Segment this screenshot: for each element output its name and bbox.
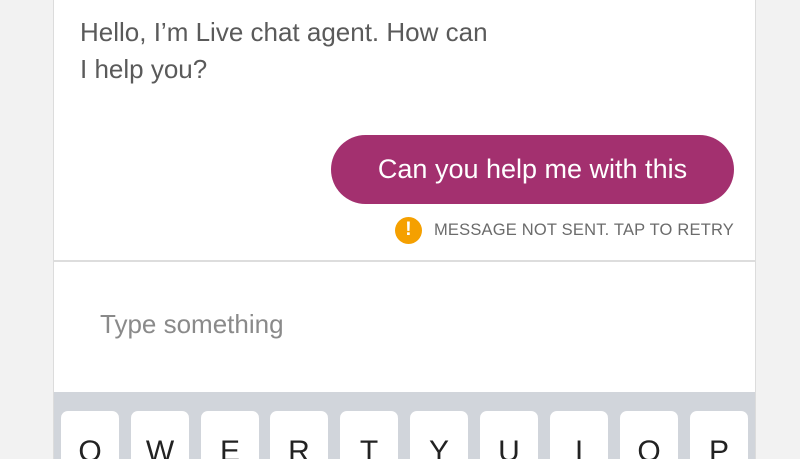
key-o[interactable]: O <box>620 411 678 459</box>
on-screen-keyboard: Q W E R T Y U I O P <box>54 392 755 459</box>
message-input[interactable] <box>100 302 700 346</box>
key-w[interactable]: W <box>131 411 189 459</box>
key-t[interactable]: T <box>340 411 398 459</box>
warning-icon: ! <box>394 216 422 244</box>
agent-message-line-2: I help you? <box>80 54 208 84</box>
user-message-text: Can you help me with this <box>377 154 688 184</box>
key-i[interactable]: I <box>550 411 608 459</box>
composer <box>54 262 755 392</box>
key-y[interactable]: Y <box>410 411 468 459</box>
key-p[interactable]: P <box>690 411 748 459</box>
key-q[interactable]: Q <box>61 411 119 459</box>
agent-message: Hello, I’m Live chat agent. How can I he… <box>80 14 560 88</box>
retry-status-text[interactable]: MESSAGE NOT SENT. TAP TO RETRY <box>434 221 734 240</box>
chat-screen: Hello, I’m Live chat agent. How can I he… <box>53 0 756 459</box>
key-u[interactable]: U <box>480 411 538 459</box>
warning-icon-glyph: ! <box>405 219 412 240</box>
retry-status[interactable]: ! MESSAGE NOT SENT. TAP TO RETRY <box>389 216 734 244</box>
user-message-bubble[interactable]: Can you help me with this <box>331 135 734 204</box>
agent-message-line-1: Hello, I’m Live chat agent. How can <box>80 17 488 47</box>
key-r[interactable]: R <box>270 411 328 459</box>
key-e[interactable]: E <box>201 411 259 459</box>
